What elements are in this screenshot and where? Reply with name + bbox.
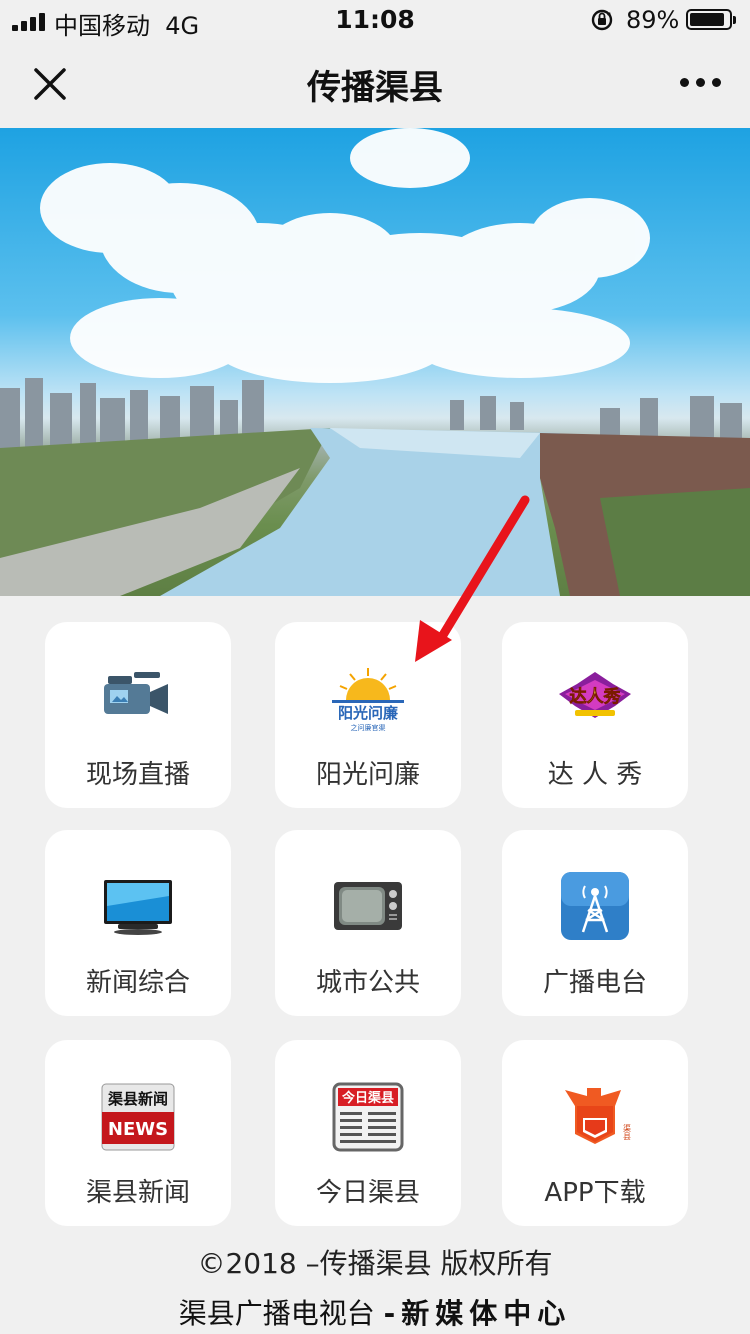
copyright-text: ©2018 –传播渠县 版权所有 [197,1247,553,1280]
logo-subtext: 渠县 [623,1123,632,1141]
tile-radio[interactable]: 广播电台 [502,830,688,1016]
logo-text: 阳光问廉 [338,704,398,722]
logo-text: 渠县新闻 [108,1090,168,1108]
tile-talent[interactable]: 达人秀 达 人 秀 [502,622,688,808]
nav-bar: 传播渠县 [0,40,750,129]
battery-icon [686,9,736,30]
battery-fill [690,13,724,26]
org-bold: -新媒体中心 [383,1297,572,1330]
more-icon[interactable] [676,76,726,90]
app-logo-icon: 渠县 [565,1088,632,1144]
sunshine-logo-icon: 阳光问廉 之问廉官渠 [332,668,404,732]
tile-today[interactable]: 今日渠县 今日渠县 [275,1040,461,1226]
org-prefix: 渠县广播电视台 [178,1297,384,1330]
tile-label: 达 人 秀 [547,760,643,790]
tile-label: APP下载 [544,1178,646,1208]
page-title: 传播渠县 [307,68,443,108]
radio-tower-icon [561,872,629,940]
talent-show-logo-icon: 达人秀 [559,672,631,718]
battery-percent: 89% [626,6,680,34]
tv-monitor-icon [104,880,172,935]
tile-quxian-news[interactable]: 渠县新闻 NEWS 渠县新闻 [45,1040,231,1226]
tile-label: 阳光问廉 [315,760,420,790]
tile-label: 今日渠县 [315,1178,420,1208]
banner-image [0,128,750,596]
logo-subtext: 之问廉官渠 [351,723,386,732]
tile-app-download[interactable]: 渠县 APP下载 [502,1040,688,1226]
logo-text: 今日渠县 [341,1090,394,1106]
retro-tv-icon [334,882,402,930]
status-bar: 中国移动 4G 11:08 89% [0,0,750,40]
news-icon: 渠县新闻 NEWS [101,1083,175,1151]
tile-label: 城市公共 [315,968,420,998]
city-river-photo [0,128,750,596]
tile-label: 现场直播 [85,760,190,790]
tile-label: 广播电台 [542,968,647,998]
tile-news-general[interactable]: 新闻综合 [45,830,231,1016]
tile-label: 渠县新闻 [85,1178,190,1208]
tile-sunshine[interactable]: 阳光问廉 之问廉官渠 阳光问廉 [275,622,461,808]
tile-live[interactable]: 现场直播 [45,622,231,808]
newspaper-icon: 今日渠县 [332,1082,404,1152]
tile-label: 新闻综合 [85,968,190,998]
org-text: 渠县广播电视台 -新媒体中心 [0,1292,750,1332]
logo-text: 达人秀 [570,686,621,707]
video-camera-icon [104,672,168,714]
rotation-lock-icon [591,9,613,31]
tile-city-public[interactable]: 城市公共 [275,830,461,1016]
logo-subtext: NEWS [108,1119,168,1140]
